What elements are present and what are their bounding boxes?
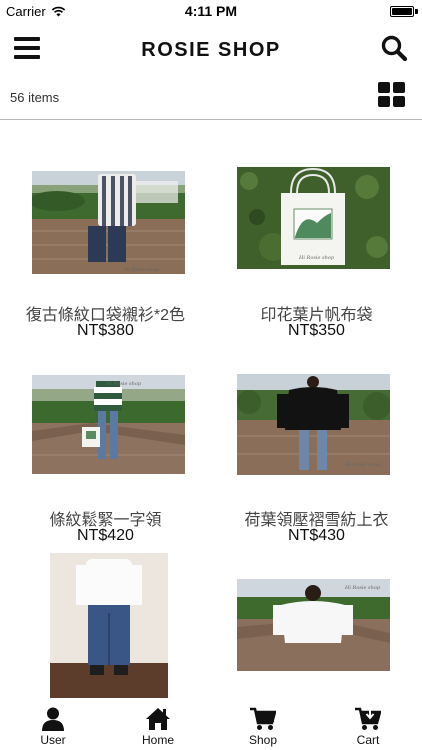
status-bar: Carrier 4:11 PM xyxy=(0,0,422,22)
user-icon xyxy=(42,707,64,731)
product-card[interactable]: Hi Rosie shop 條紋鬆緊一字領 NT$420 xyxy=(0,361,211,566)
product-price: NT$380 xyxy=(77,322,134,339)
product-image: Hi Rosie shop xyxy=(237,167,390,269)
product-price: NT$430 xyxy=(288,527,345,544)
magnifier-icon[interactable] xyxy=(380,34,408,62)
shopping-cart-icon xyxy=(250,707,276,730)
tab-home[interactable]: Home xyxy=(128,707,188,747)
product-image: Hi Rosie shop xyxy=(237,579,390,671)
product-card[interactable]: Hi Rosie shop xyxy=(211,551,422,701)
watermark: Hi Rosie shop xyxy=(105,381,142,387)
watermark: Hi Rosie shop xyxy=(344,462,381,468)
product-image: Hi Rosie shop xyxy=(237,374,390,475)
product-card[interactable] xyxy=(0,551,211,701)
tab-label: Shop xyxy=(248,733,278,747)
grid-view-icon[interactable] xyxy=(378,82,406,108)
page-title: ROSIE SHOP xyxy=(141,39,281,61)
cart-download-icon xyxy=(355,707,381,730)
tab-label: Home xyxy=(141,733,174,747)
list-toolbar: 56 items xyxy=(0,76,422,120)
tab-shop[interactable]: Shop xyxy=(233,707,293,747)
status-time: 4:11 PM xyxy=(184,3,238,19)
tab-bar: User Home Shop Cart xyxy=(0,701,422,750)
tab-label: Cart xyxy=(356,733,380,747)
product-price: NT$350 xyxy=(288,322,345,339)
product-image xyxy=(50,553,168,698)
nav-bar: ROSIE SHOP xyxy=(0,22,422,76)
watermark: Hi Rosie shop xyxy=(344,585,381,591)
product-card[interactable]: Hi Rosie shop 印花葉片帆布袋 NT$350 xyxy=(211,121,422,361)
product-grid[interactable]: Hi Rosie shop 復古條紋口袋襯衫*2色 NT$380 Hi Rosi… xyxy=(0,121,422,701)
battery-tip xyxy=(415,9,418,14)
home-icon xyxy=(146,708,170,730)
watermark: Hi Rosie shop xyxy=(298,255,335,261)
product-card[interactable]: Hi Rosie shop 復古條紋口袋襯衫*2色 NT$380 xyxy=(0,121,211,361)
tab-user[interactable]: User xyxy=(23,707,83,747)
product-image: Hi Rosie shop xyxy=(32,171,185,274)
battery-icon xyxy=(390,6,414,17)
product-card[interactable]: Hi Rosie shop 荷葉領壓褶雪紡上衣 NT$430 xyxy=(211,361,422,566)
tab-label: User xyxy=(40,733,66,747)
product-price: NT$420 xyxy=(77,527,134,544)
product-image: Hi Rosie shop xyxy=(32,375,185,474)
tab-cart[interactable]: Cart xyxy=(338,707,398,747)
item-count: 56 items xyxy=(10,90,60,105)
watermark: Hi Rosie shop xyxy=(123,267,160,273)
